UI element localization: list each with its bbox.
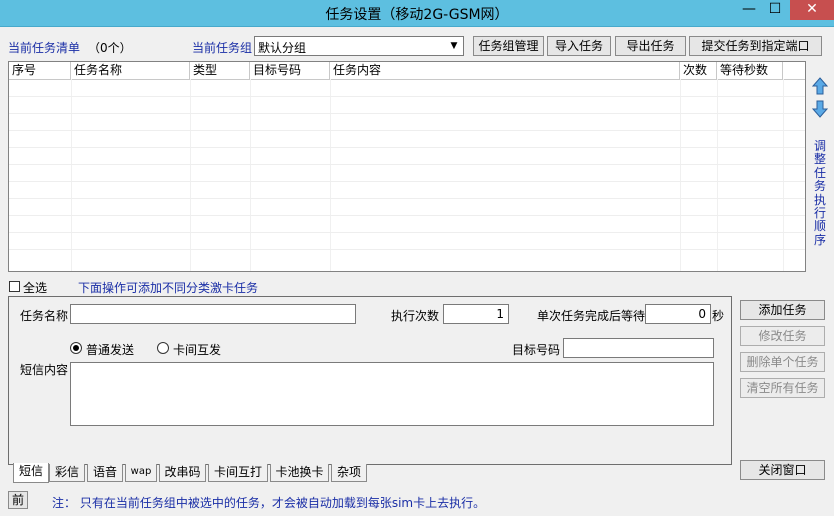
wait-seconds-input[interactable]: 0	[645, 304, 711, 324]
window-title: 任务设置（移动2G-GSM网）	[325, 7, 509, 23]
modify-task-button[interactable]: 修改任务	[740, 326, 825, 346]
col-index[interactable]: 序号	[9, 62, 71, 79]
chevron-down-icon: ▼	[450, 41, 458, 51]
send-inter-card-radio[interactable]	[157, 342, 169, 354]
select-all-label: 全选	[23, 281, 48, 295]
target-number-label: 目标号码	[512, 343, 561, 357]
reorder-label: 调整任务执行顺序	[813, 139, 826, 247]
status-note: 注： 只有在当前任务组中被选中的任务，才会被自动加载到每张sim卡上去执行。	[52, 496, 486, 510]
sms-content-label: 短信内容	[20, 363, 69, 377]
close-window-button[interactable]: ✕	[790, 0, 834, 20]
task-list[interactable]: 序号 任务名称 类型 目标号码 任务内容 次数 等待秒数	[8, 61, 806, 272]
tab-card-pool-swap[interactable]: 卡池换卡	[270, 464, 329, 482]
col-task-content[interactable]: 任务内容	[330, 62, 680, 79]
import-task-button[interactable]: 导入任务	[547, 36, 611, 56]
send-normal-label: 普通发送	[86, 343, 135, 357]
col-task-name[interactable]: 任务名称	[71, 62, 190, 79]
move-down-icon[interactable]	[812, 100, 828, 118]
select-all-checkbox[interactable]	[9, 281, 20, 292]
col-type[interactable]: 类型	[190, 62, 250, 79]
send-inter-card-label: 卡间互发	[173, 343, 222, 357]
task-name-input[interactable]	[70, 304, 356, 324]
minimize-button[interactable]: —	[736, 0, 762, 20]
tab-inter-card-call[interactable]: 卡间互打	[208, 464, 268, 482]
target-number-input[interactable]	[563, 338, 714, 358]
move-up-icon[interactable]	[812, 77, 828, 95]
close-dialog-button[interactable]: 关闭窗口	[740, 460, 825, 480]
export-task-button[interactable]: 导出任务	[615, 36, 686, 56]
group-manage-button[interactable]: 任务组管理	[473, 36, 544, 56]
exec-count-input[interactable]: 1	[443, 304, 509, 324]
hint-text: 下面操作可添加不同分类激卡任务	[78, 281, 259, 295]
wait-unit: 秒	[712, 309, 725, 323]
submit-to-port-button[interactable]: 提交任务到指定端口	[689, 36, 822, 56]
maximize-button[interactable]: ☐	[762, 0, 788, 20]
group-label: 当前任务组	[192, 41, 253, 55]
send-normal-radio[interactable]	[70, 342, 82, 354]
task-list-label: 当前任务清单	[8, 41, 81, 55]
title-bar: 任务设置（移动2G-GSM网） — ☐ ✕	[0, 0, 834, 27]
col-target-number[interactable]: 目标号码	[250, 62, 330, 79]
wait-label: 单次任务完成后等待	[537, 309, 646, 323]
tab-voice[interactable]: 语音	[87, 464, 123, 482]
col-count[interactable]: 次数	[680, 62, 717, 79]
tab-misc[interactable]: 杂项	[331, 464, 367, 482]
add-task-button[interactable]: 添加任务	[740, 300, 825, 320]
tab-wap[interactable]: wap	[125, 464, 157, 482]
task-list-header: 序号 任务名称 类型 目标号码 任务内容 次数 等待秒数	[9, 62, 805, 80]
col-wait-seconds[interactable]: 等待秒数	[717, 62, 783, 79]
tab-imei[interactable]: 改串码	[159, 464, 206, 482]
group-select-value: 默认分组	[258, 41, 307, 55]
task-name-label: 任务名称	[20, 309, 69, 323]
exec-count-label: 执行次数	[391, 309, 440, 323]
delete-task-button[interactable]: 删除单个任务	[740, 352, 825, 372]
task-count: （0个）	[88, 41, 132, 55]
group-select[interactable]: 默认分组 ▼	[254, 36, 464, 56]
tab-mms[interactable]: 彩信	[49, 464, 85, 482]
status-bar: 前 注： 只有在当前任务组中被选中的任务，才会被自动加载到每张sim卡上去执行。	[0, 486, 834, 516]
tab-sms[interactable]: 短信	[13, 463, 49, 483]
sms-content-textarea[interactable]	[70, 362, 714, 426]
prev-button[interactable]: 前	[8, 491, 28, 509]
clear-all-tasks-button[interactable]: 清空所有任务	[740, 378, 825, 398]
